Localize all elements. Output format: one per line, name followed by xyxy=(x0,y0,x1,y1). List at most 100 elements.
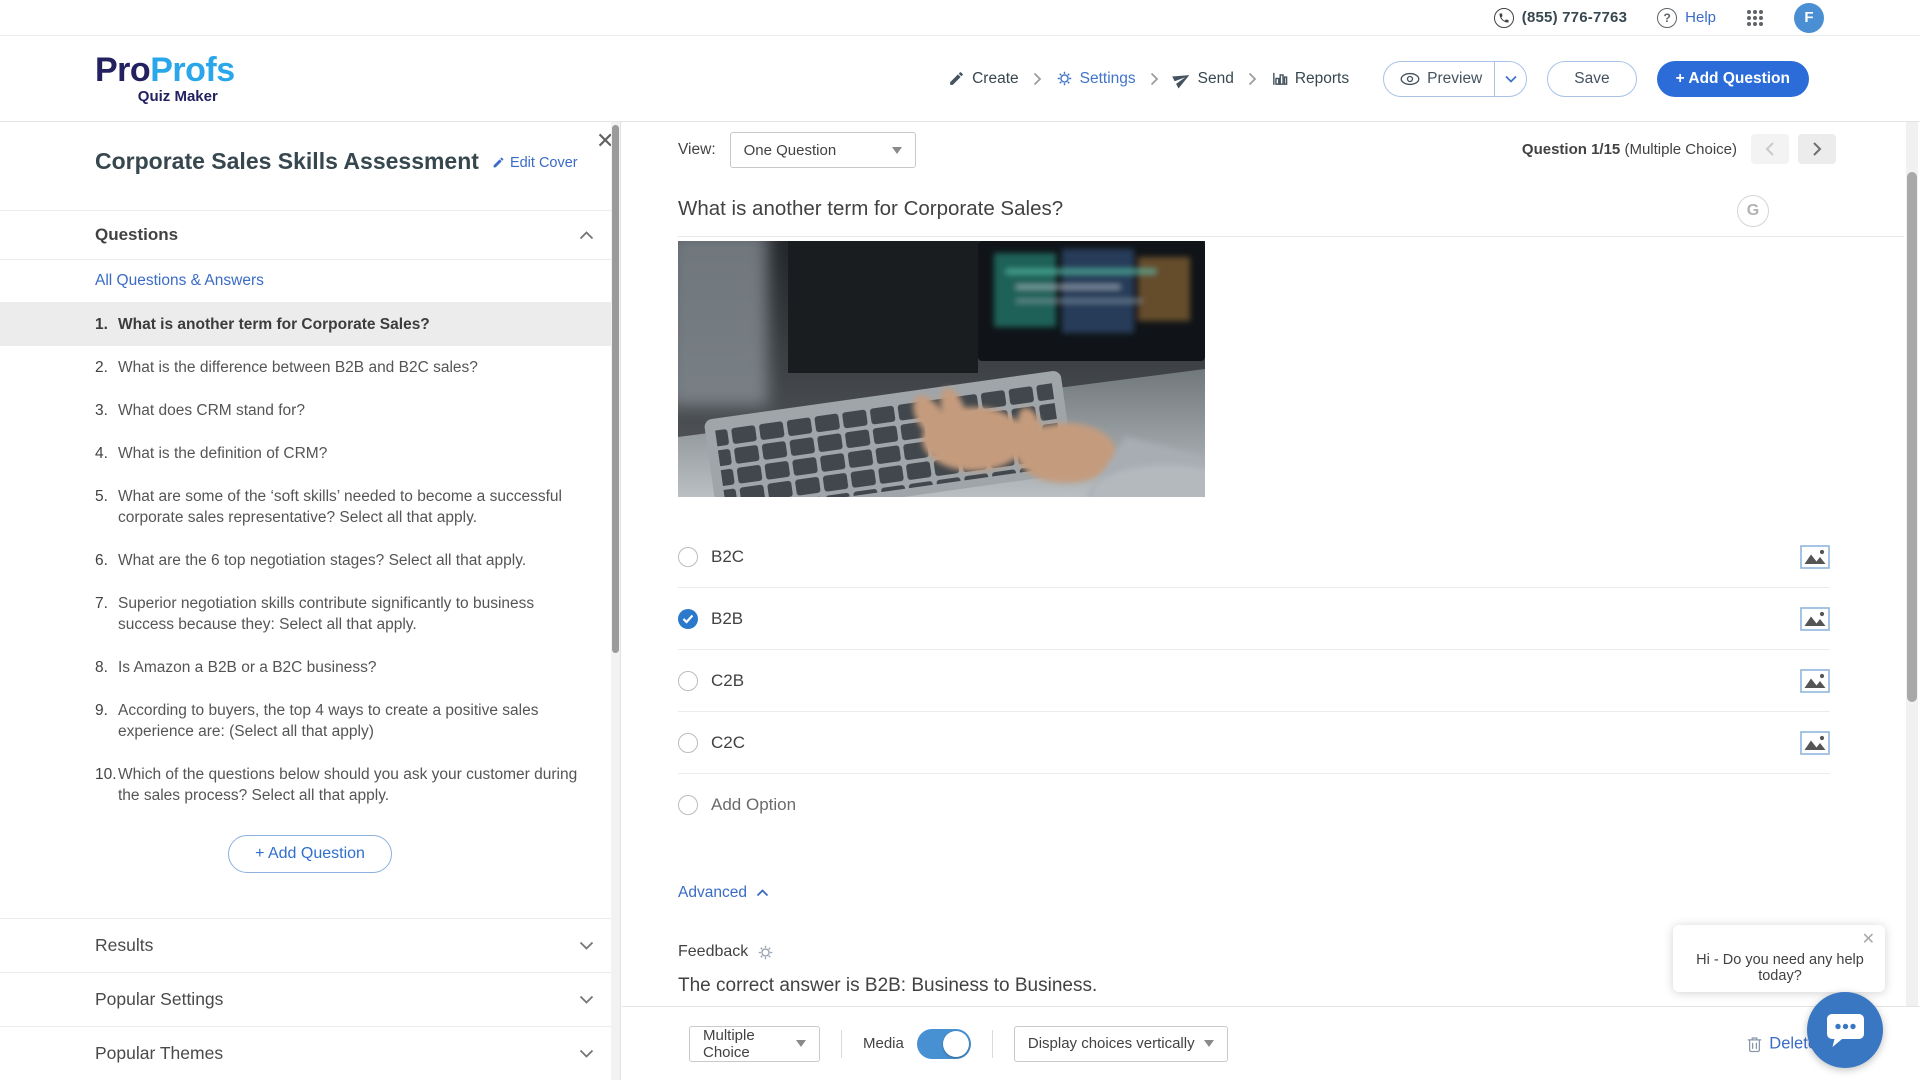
caret-down-icon xyxy=(892,147,902,154)
question-number: 7. xyxy=(95,593,118,635)
image-icon[interactable] xyxy=(1800,731,1830,755)
question-type-select[interactable]: Multiple Choice xyxy=(689,1026,820,1062)
proprofs-logo[interactable]: ProProfs Quiz Maker xyxy=(95,53,235,104)
all-questions-link[interactable]: All Questions & Answers xyxy=(0,260,620,303)
sidebar-question-10[interactable]: 10. Which of the questions below should … xyxy=(0,753,620,817)
image-icon[interactable] xyxy=(1800,607,1830,631)
nav-reports-label: Reports xyxy=(1295,70,1349,88)
option-label[interactable]: B2B xyxy=(711,609,743,629)
add-option-row[interactable]: Add Option xyxy=(678,774,1830,836)
question-list: All Questions & Answers 1. What is anoth… xyxy=(0,260,620,873)
radio-unselected-icon xyxy=(678,795,698,815)
quiz-title: Corporate Sales Skills Assessment xyxy=(95,148,479,175)
add-option-label[interactable]: Add Option xyxy=(711,795,796,815)
preview-split-button: Preview xyxy=(1383,61,1527,97)
logo-pro-text: Pro xyxy=(95,51,150,89)
user-avatar[interactable]: F xyxy=(1794,3,1824,33)
sidebar-question-3[interactable]: 3. What does CRM stand for? xyxy=(0,389,620,432)
paper-plane-icon xyxy=(1169,66,1193,90)
main-scrollbar[interactable] xyxy=(1906,122,1918,1006)
preview-dropdown-button[interactable] xyxy=(1494,62,1526,96)
radio-selected-icon[interactable] xyxy=(678,609,698,629)
sidebar-question-8[interactable]: 8. Is Amazon a B2B or a B2C business? xyxy=(0,646,620,689)
questions-section-header[interactable]: Questions xyxy=(0,210,620,260)
radio-unselected-icon[interactable] xyxy=(678,671,698,691)
edit-cover-link[interactable]: Edit Cover xyxy=(492,155,578,171)
help-link[interactable]: ? Help xyxy=(1657,8,1716,28)
sidebar-scrollbar[interactable] xyxy=(611,122,620,1080)
gear-icon[interactable] xyxy=(757,944,774,961)
next-question-button[interactable] xyxy=(1798,134,1836,164)
chevron-right-icon xyxy=(1248,72,1257,86)
nav-send[interactable]: Send xyxy=(1173,70,1234,88)
sidebar-question-1[interactable]: 1. What is another term for Corporate Sa… xyxy=(0,303,620,346)
sidebar-question-7[interactable]: 7. Superior negotiation skills contribut… xyxy=(0,582,620,646)
sidebar-question-6[interactable]: 6. What are the 6 top negotiation stages… xyxy=(0,539,620,582)
chat-bubble-button[interactable] xyxy=(1807,992,1883,1068)
option-label[interactable]: C2B xyxy=(711,671,744,691)
question-image[interactable] xyxy=(678,241,1205,497)
grammar-check-icon[interactable]: G xyxy=(1737,195,1769,227)
question-number: 3. xyxy=(95,400,118,421)
close-icon[interactable]: ✕ xyxy=(1862,929,1875,949)
feedback-text[interactable]: The correct answer is B2B: Business to B… xyxy=(678,975,1097,997)
previous-question-button[interactable] xyxy=(1751,134,1789,164)
nav-reports[interactable]: Reports xyxy=(1271,70,1349,88)
display-choices-select[interactable]: Display choices vertically xyxy=(1014,1026,1228,1062)
image-icon[interactable] xyxy=(1800,669,1830,693)
nav-settings[interactable]: Settings xyxy=(1056,70,1136,88)
sidebar-question-5[interactable]: 5. What are some of the ‘soft skills’ ne… xyxy=(0,475,620,539)
question-number: 8. xyxy=(95,657,118,678)
add-question-button[interactable]: + Add Question xyxy=(1657,61,1809,97)
scrollbar-thumb[interactable] xyxy=(1907,172,1917,702)
section-popular-themes[interactable]: Popular Themes xyxy=(0,1026,620,1080)
option-label[interactable]: B2C xyxy=(711,547,744,567)
toggle-knob xyxy=(943,1031,969,1057)
answer-options: B2C B2B C2B xyxy=(678,526,1830,836)
question-text: What is the difference between B2B and B… xyxy=(118,357,478,378)
chevron-down-icon xyxy=(579,1049,594,1058)
chevron-right-icon xyxy=(1812,141,1822,157)
apps-grid-button[interactable] xyxy=(1746,9,1764,27)
phone-contact[interactable]: (855) 776-7763 xyxy=(1494,8,1627,28)
media-label: Media xyxy=(863,1035,904,1052)
section-popular-settings[interactable]: Popular Settings xyxy=(0,972,620,1026)
feedback-header: Feedback xyxy=(678,943,774,961)
sidebar-question-4[interactable]: 4. What is the definition of CRM? xyxy=(0,432,620,475)
radio-unselected-icon[interactable] xyxy=(678,733,698,753)
display-choices-value: Display choices vertically xyxy=(1028,1035,1195,1052)
popular-settings-label: Popular Settings xyxy=(95,989,223,1010)
preview-button[interactable]: Preview xyxy=(1384,62,1494,96)
section-results[interactable]: Results xyxy=(0,918,620,972)
question-footer-bar: Multiple Choice Media Display choices ve… xyxy=(622,1006,1920,1080)
gear-icon xyxy=(1056,70,1073,87)
laptop-photo-illustration xyxy=(678,241,1205,497)
sidebar-add-question-button[interactable]: + Add Question xyxy=(228,835,392,873)
chat-tooltip-text: Hi - Do you need any help today? xyxy=(1685,952,1875,984)
sidebar-question-9[interactable]: 9. According to buyers, the top 4 ways t… xyxy=(0,689,620,753)
delete-question-button[interactable]: Delete xyxy=(1747,1034,1817,1053)
logo-profs-text: Profs xyxy=(150,51,234,89)
sidebar-question-2[interactable]: 2. What is the difference between B2B an… xyxy=(0,346,620,389)
question-text: What are the 6 top negotiation stages? S… xyxy=(118,550,526,571)
radio-unselected-icon[interactable] xyxy=(678,547,698,567)
view-select[interactable]: One Question xyxy=(730,132,916,168)
save-button[interactable]: Save xyxy=(1547,61,1636,97)
scrollbar-thumb[interactable] xyxy=(612,125,619,653)
nav-send-label: Send xyxy=(1198,70,1234,88)
media-toggle[interactable] xyxy=(917,1029,971,1059)
help-icon: ? xyxy=(1657,8,1677,28)
feedback-label: Feedback xyxy=(678,943,748,961)
advanced-toggle[interactable]: Advanced xyxy=(678,884,769,902)
divider xyxy=(992,1030,993,1058)
question-text: According to buyers, the top 4 ways to c… xyxy=(118,700,580,742)
question-title[interactable]: What is another term for Corporate Sales… xyxy=(678,197,1063,221)
option-label[interactable]: C2C xyxy=(711,733,745,753)
chevron-down-icon xyxy=(1505,75,1517,83)
question-text: What are some of the ‘soft skills’ neede… xyxy=(118,486,580,528)
question-pager: Question 1/15 (Multiple Choice) xyxy=(1522,134,1836,164)
question-number: 5. xyxy=(95,486,118,528)
image-icon[interactable] xyxy=(1800,545,1830,569)
chevron-down-icon xyxy=(579,995,594,1004)
nav-create[interactable]: Create xyxy=(948,70,1019,88)
